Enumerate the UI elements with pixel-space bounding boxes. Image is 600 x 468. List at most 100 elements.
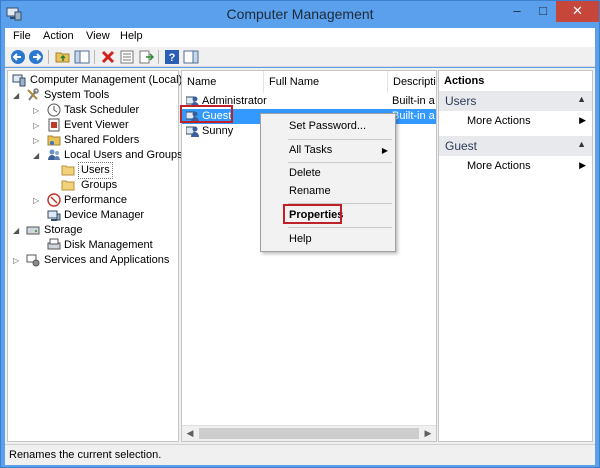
- svg-text:?: ?: [169, 52, 176, 64]
- action-label: More Actions: [467, 160, 531, 172]
- title-bar[interactable]: Computer Management – □ ✕: [1, 1, 599, 28]
- tree-item-device-manager[interactable]: Device Manager: [10, 208, 178, 223]
- menu-file[interactable]: File: [13, 30, 31, 42]
- submenu-arrow-icon: ▶: [579, 160, 586, 170]
- tree-item-system-tools[interactable]: ◢ System Tools: [10, 88, 178, 103]
- collapsed-arrow-icon[interactable]: ▷: [33, 103, 41, 118]
- actions-section-guest[interactable]: Guest ▲: [439, 136, 592, 156]
- status-bar: Renames the current selection.: [5, 444, 595, 465]
- scroll-left-icon[interactable]: ◀: [182, 426, 198, 441]
- tree-label: Storage: [44, 224, 83, 236]
- delete-icon[interactable]: [100, 49, 116, 65]
- up-folder-icon[interactable]: [55, 49, 71, 65]
- menu-help[interactable]: Help: [120, 30, 143, 42]
- close-button[interactable]: ✕: [556, 1, 599, 22]
- user-icon: [186, 126, 199, 137]
- collapse-up-icon[interactable]: ▲: [577, 94, 586, 104]
- folder-icon: [61, 165, 75, 176]
- tree-item-disk-management[interactable]: Disk Management: [10, 238, 178, 253]
- clock-icon: [47, 103, 61, 117]
- tree-label: Services and Applications: [44, 254, 170, 266]
- column-header-description[interactable]: Descriptio: [388, 71, 436, 93]
- expanded-arrow-icon[interactable]: ◢: [13, 223, 21, 238]
- users-group-icon: [48, 149, 60, 160]
- properties-icon[interactable]: [119, 49, 135, 65]
- tree-item-performance[interactable]: ▷ Performance: [10, 193, 178, 208]
- menu-item-delete[interactable]: Delete: [262, 164, 394, 183]
- menu-separator: [288, 227, 392, 228]
- menu-view[interactable]: View: [86, 30, 110, 42]
- menu-item-label: Help: [289, 233, 312, 245]
- context-menu: Set Password... All Tasks ▶ Delete Renam…: [260, 113, 396, 252]
- minimize-button[interactable]: –: [504, 1, 530, 22]
- help-icon[interactable]: ?: [164, 49, 180, 65]
- collapse-up-icon[interactable]: ▲: [577, 139, 586, 149]
- scroll-right-icon[interactable]: ▶: [420, 426, 436, 441]
- toolbar-separator: [94, 50, 95, 64]
- tree-item-task-scheduler[interactable]: ▷ Task Scheduler: [10, 103, 178, 118]
- action-label: More Actions: [467, 115, 531, 127]
- tree-label: Shared Folders: [64, 134, 140, 146]
- shared-folder-icon: [47, 135, 61, 146]
- tree-item-computer-management[interactable]: Computer Management (Local): [10, 73, 182, 88]
- collapsed-arrow-icon[interactable]: ▷: [33, 133, 41, 148]
- menu-item-help[interactable]: Help: [262, 230, 394, 249]
- guest-highlight-box: [180, 105, 233, 123]
- section-label: Guest: [445, 139, 478, 153]
- event-viewer-icon: [48, 118, 60, 132]
- collapsed-arrow-icon[interactable]: ▷: [33, 118, 41, 133]
- console-tree: Computer Management (Local) ◢ System Too…: [7, 70, 183, 442]
- maximize-button[interactable]: □: [530, 1, 556, 22]
- show-hide-tree-icon[interactable]: [74, 49, 90, 65]
- storage-icon: [26, 226, 40, 235]
- more-actions-users[interactable]: More Actions ▶: [439, 113, 592, 131]
- expanded-arrow-icon[interactable]: ◢: [33, 148, 41, 163]
- back-icon[interactable]: [10, 49, 26, 65]
- actions-pane: Actions Users ▲ More Actions ▶ Guest ▲ M…: [438, 70, 593, 442]
- tree-label: Groups: [81, 179, 118, 191]
- toolbar: ?: [5, 47, 595, 67]
- section-label: Users: [445, 94, 477, 108]
- scrollbar-thumb[interactable]: [199, 428, 419, 439]
- tree-label: Device Manager: [64, 209, 145, 221]
- computer-management-window: Computer Management – □ ✕ File Action Vi…: [0, 0, 600, 468]
- user-description: Built-in a: [392, 110, 435, 122]
- forward-icon[interactable]: [28, 49, 44, 65]
- toolbar-separator: [158, 50, 159, 64]
- export-list-icon[interactable]: [138, 49, 154, 65]
- menu-item-label: Delete: [289, 167, 321, 179]
- horizontal-scrollbar[interactable]: ◀ ▶: [182, 425, 436, 441]
- tree-label: Disk Management: [64, 239, 153, 251]
- tree-label: Local Users and Groups: [64, 149, 183, 161]
- tree-item-event-viewer[interactable]: ▷ Event Viewer: [10, 118, 178, 133]
- submenu-arrow-icon: ▶: [381, 146, 388, 155]
- tree-item-services-and-applications[interactable]: ▷ Services and Applications: [10, 253, 178, 268]
- menu-item-label: All Tasks: [289, 144, 333, 156]
- column-header-full-name[interactable]: Full Name: [264, 71, 388, 93]
- actions-section-users[interactable]: Users ▲: [439, 91, 592, 111]
- expanded-arrow-icon[interactable]: ◢: [13, 88, 21, 103]
- folder-icon: [61, 180, 75, 191]
- column-header-name[interactable]: Name: [182, 71, 264, 93]
- tree-label: Task Scheduler: [64, 104, 140, 116]
- tree-label: Performance: [64, 194, 127, 206]
- tree-label: Users: [78, 162, 113, 179]
- menu-item-rename[interactable]: Rename: [262, 182, 394, 201]
- menu-separator: [288, 139, 392, 140]
- tree-item-shared-folders[interactable]: ▷ Shared Folders: [10, 133, 178, 148]
- more-actions-guest[interactable]: More Actions ▶: [439, 158, 592, 176]
- services-icon: [26, 254, 40, 267]
- show-hide-action-pane-icon[interactable]: [183, 49, 199, 65]
- status-text: Renames the current selection.: [9, 449, 162, 461]
- menu-item-set-password[interactable]: Set Password...: [262, 117, 394, 136]
- menu-item-label: Set Password...: [289, 120, 367, 132]
- menu-action[interactable]: Action: [43, 30, 74, 42]
- menu-bar: File Action View Help: [5, 28, 595, 47]
- collapsed-arrow-icon[interactable]: ▷: [13, 253, 21, 268]
- tree-item-users[interactable]: Users: [10, 162, 178, 179]
- collapsed-arrow-icon[interactable]: ▷: [33, 193, 41, 208]
- tree-item-local-users-and-groups[interactable]: ◢ Local Users and Groups: [10, 148, 183, 163]
- tree-item-groups[interactable]: Groups: [10, 178, 178, 193]
- tree-item-storage[interactable]: ◢ Storage: [10, 223, 178, 238]
- menu-item-all-tasks[interactable]: All Tasks ▶: [262, 141, 394, 160]
